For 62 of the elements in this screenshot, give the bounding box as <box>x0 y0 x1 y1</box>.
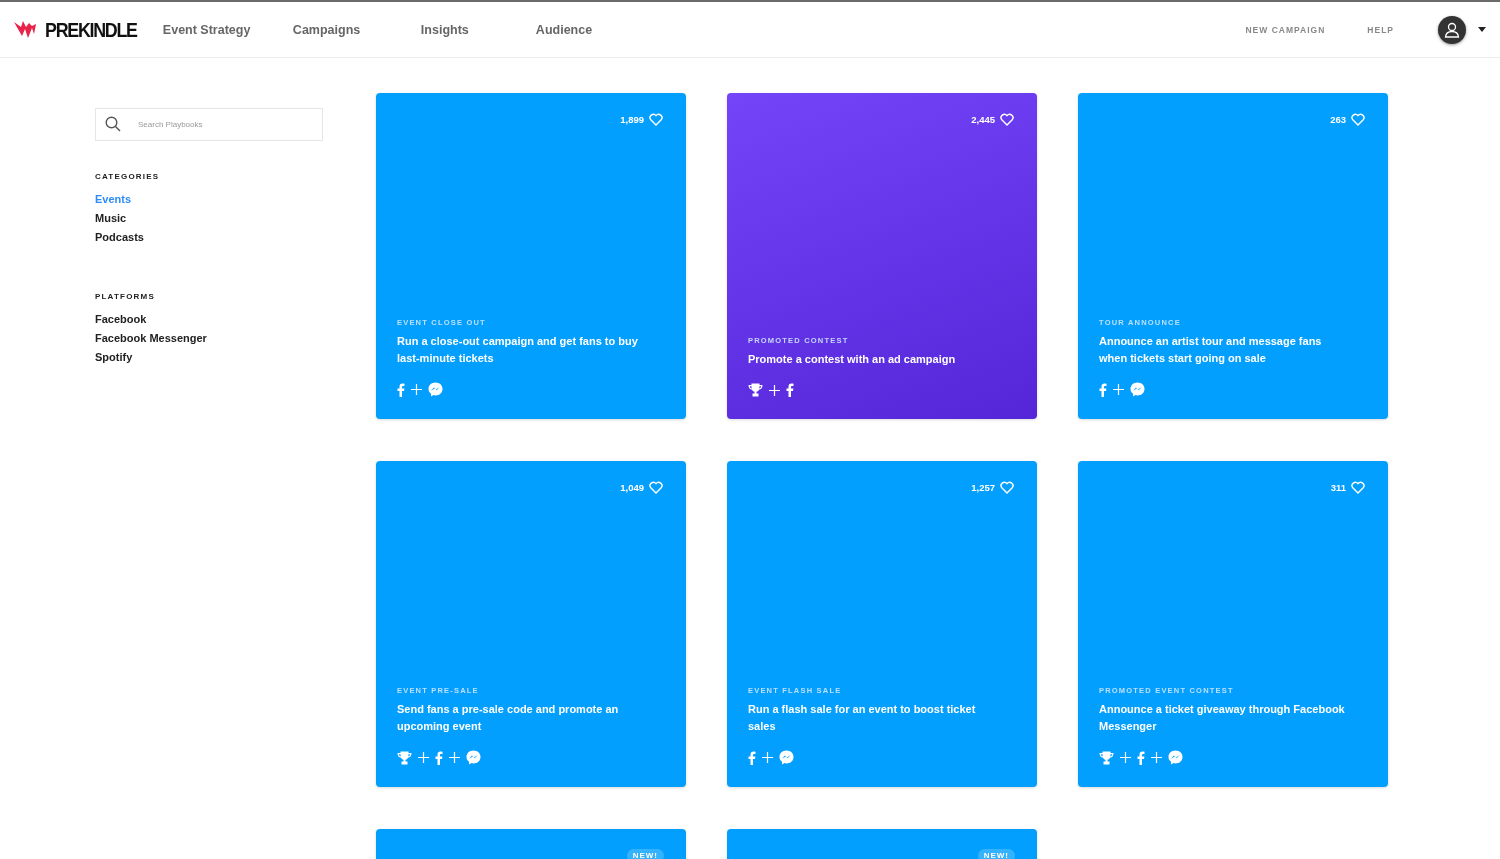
like-count: 263 <box>1330 114 1346 125</box>
caret-icon[interactable] <box>1478 27 1486 32</box>
filter-link[interactable]: Podcasts <box>95 228 144 247</box>
facebook-icon <box>748 750 756 765</box>
filter-link[interactable]: Events <box>95 190 132 209</box>
trophy-icon <box>748 383 763 397</box>
plus-icon <box>1120 752 1131 763</box>
messenger-icon <box>466 750 481 765</box>
new-badge: NEW! <box>626 849 664 859</box>
card-title: Run a flash sale for an event to boost ticket sales <box>748 702 977 734</box>
messenger-icon <box>1168 750 1183 765</box>
plus-icon <box>418 752 429 763</box>
card-title: Promote a contest with an ad campaign <box>748 352 957 367</box>
heart-icon[interactable] <box>1000 481 1014 494</box>
search-icon <box>105 116 121 132</box>
filter-link[interactable]: Music <box>95 209 127 228</box>
facebook-icon <box>1137 750 1145 765</box>
like-count: 1,257 <box>971 482 995 493</box>
nav-link[interactable]: Audience <box>535 22 626 37</box>
plus-icon <box>411 384 422 395</box>
header-link[interactable]: HELP <box>1367 24 1394 35</box>
facebook-icon <box>786 383 794 397</box>
card-title: Run a close-out campaign and get fans to buy last-minute tickets <box>397 334 639 366</box>
messenger-icon <box>428 382 443 397</box>
heart-icon[interactable] <box>1351 113 1365 126</box>
nav-link[interactable]: Event Strategy <box>162 22 293 37</box>
card-title: Announce a ticket giveaway through Facebook Messenger <box>1099 702 1346 734</box>
like-count: 311 <box>1330 482 1346 493</box>
card-title: Announce an artist tour and message fans when tickets start going on sale <box>1099 334 1323 366</box>
filter-link[interactable]: Facebook <box>95 310 147 329</box>
avatar-button[interactable] <box>1438 15 1466 44</box>
card-title: Send fans a pre-sale code and promote an upcoming event <box>397 702 620 734</box>
messenger-icon <box>779 750 794 765</box>
heart-icon[interactable] <box>1351 481 1365 494</box>
user-icon <box>1443 20 1461 39</box>
facebook-icon <box>435 750 443 765</box>
heart-icon[interactable] <box>649 113 663 126</box>
header-link[interactable]: NEW CAMPAIGN <box>1245 24 1326 35</box>
messenger-icon <box>1130 382 1145 397</box>
plus-icon <box>1151 752 1162 763</box>
trophy-icon <box>397 750 412 765</box>
plus-icon <box>762 752 773 763</box>
like-count: 1,899 <box>620 114 644 125</box>
like-count: 1,049 <box>620 482 644 493</box>
nav-link[interactable]: Insights <box>420 22 536 37</box>
filter-link[interactable]: Facebook Messenger <box>95 329 207 348</box>
new-badge: NEW! <box>977 849 1015 859</box>
plus-icon <box>1113 384 1124 395</box>
search-field[interactable]: Search Playbooks <box>95 108 323 141</box>
filter-heading: CATEGORIES <box>95 172 160 181</box>
filter-heading: PLATFORMS <box>95 292 155 301</box>
brand-name: PREKINDLE <box>45 17 137 42</box>
trophy-icon <box>1099 750 1114 765</box>
plus-icon <box>769 384 780 396</box>
heart-icon[interactable] <box>1000 113 1014 126</box>
like-count: 2,445 <box>971 114 995 125</box>
plus-icon <box>449 752 460 763</box>
facebook-icon <box>397 382 405 397</box>
facebook-icon <box>1099 382 1107 397</box>
heart-icon[interactable] <box>649 481 663 494</box>
nav-link[interactable]: Campaigns <box>292 22 421 37</box>
filter-link[interactable]: Spotify <box>95 348 133 367</box>
